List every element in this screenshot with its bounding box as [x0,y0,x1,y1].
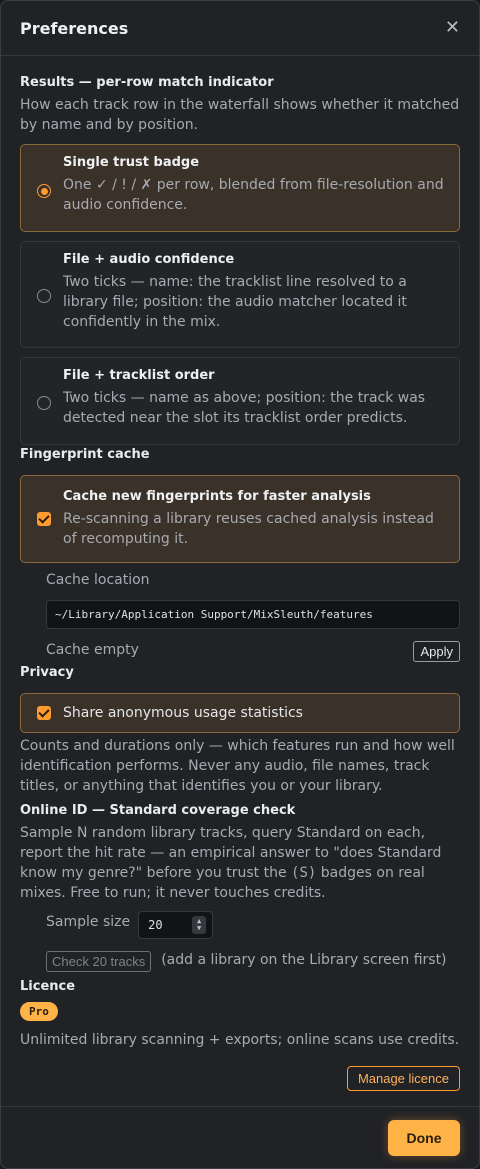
checkbox-checked[interactable] [37,706,51,720]
apply-button[interactable]: Apply [413,641,460,662]
preferences-dialog: Preferences ✕ Results — per-row match in… [0,0,480,1169]
standard-badge-text: (S) [291,865,317,881]
done-button[interactable]: Done [388,1120,460,1156]
dialog-footer: Done [1,1106,479,1168]
radio-button[interactable] [37,396,51,410]
dialog-body: Results — per-row match indicator How ea… [1,56,479,1091]
option-desc: Re-scanning a library reuses cached anal… [63,510,434,547]
cache-location-input[interactable]: ~/Library/Application Support/MixSleuth/… [46,600,460,629]
results-section-desc: How each track row in the waterfall show… [20,97,460,133]
option-label: Share anonymous usage statistics [63,705,303,721]
manage-licence-button[interactable]: Manage licence [346,1066,460,1091]
cache-fingerprints-option[interactable]: Cache new fingerprints for faster analys… [20,475,460,563]
option-desc: Two ticks — name: the tracklist line res… [63,274,407,330]
cache-section-title: Fingerprint cache [20,447,150,462]
option-title: File + audio confidence [63,252,235,267]
library-hint: (add a library on the Library screen fir… [161,951,447,968]
sample-size-label: Sample size [46,914,131,930]
dialog-header: Preferences ✕ [1,1,479,56]
radio-button[interactable] [37,289,51,303]
option-title: Cache new fingerprints for faster analys… [63,488,371,504]
online-section-desc: Sample N random library tracks, query St… [20,823,460,903]
check-tracks-button[interactable]: Check 20 tracks [46,951,152,972]
licence-section-title: Licence [20,979,76,994]
option-file-tracklist-order[interactable]: File + tracklist order Two ticks — name … [20,357,460,445]
spinner-arrows-icon[interactable]: ▲ ▼ [192,916,207,934]
radio-button[interactable] [37,184,51,198]
checkbox-checked[interactable] [37,512,51,526]
privacy-desc: Counts and durations only — which featur… [20,738,455,794]
option-single-trust-badge[interactable]: Single trust badge One ✓ / ! / ✗ per row… [20,144,460,232]
sample-size-input[interactable]: 20 ▲ ▼ [138,911,214,939]
option-desc: Two ticks — name as above; position: the… [63,390,426,426]
licence-desc: Unlimited library scanning + exports; on… [20,1032,460,1048]
licence-badge: Pro [20,1002,58,1021]
online-section-title: Online ID — Standard coverage check [20,803,296,818]
cache-status: Cache empty [46,641,139,658]
sample-size-value: 20 [148,918,163,932]
option-title: File + tracklist order [63,368,215,383]
option-title: Single trust badge [63,155,200,170]
privacy-section-title: Privacy [20,665,74,680]
dialog-title: Preferences [20,18,129,38]
share-usage-option[interactable]: Share anonymous usage statistics [20,693,460,733]
close-icon[interactable]: ✕ [445,19,460,37]
option-desc: One ✓ / ! / ✗ per row, blended from file… [63,177,444,213]
option-file-audio-confidence[interactable]: File + audio confidence Two ticks — name… [20,241,460,348]
results-section-title: Results — per-row match indicator [20,75,274,90]
cache-location-label: Cache location [46,572,150,588]
